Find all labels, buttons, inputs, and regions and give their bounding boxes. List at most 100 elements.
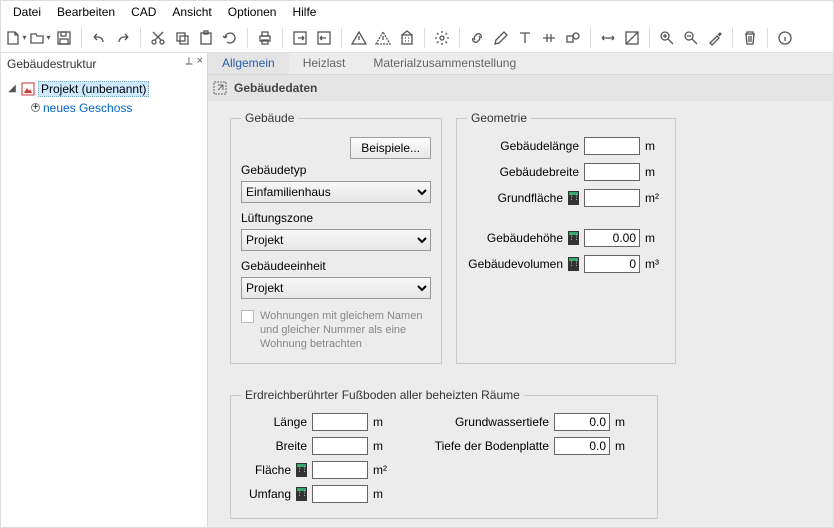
- content: Gebäude Beispiele... Gebäudetyp Einfamil…: [208, 101, 833, 527]
- zoomin-icon[interactable]: [656, 27, 678, 49]
- horiz-icon[interactable]: [597, 27, 619, 49]
- tree-root[interactable]: ◢ Projekt (unbenannt): [7, 79, 201, 98]
- left-panel-title: Gebäudestruktur ⟂ ×: [1, 53, 207, 75]
- label-gebaeudevolumen: Gebäudevolumen: [467, 257, 563, 271]
- print-icon[interactable]: [254, 27, 276, 49]
- shape-icon[interactable]: [562, 27, 584, 49]
- tree-root-label[interactable]: Projekt (unbenannt): [38, 81, 149, 97]
- copy-icon[interactable]: [171, 27, 193, 49]
- text-icon[interactable]: [514, 27, 536, 49]
- trash-icon[interactable]: [739, 27, 761, 49]
- import-icon[interactable]: [289, 27, 311, 49]
- input-er-flaeche[interactable]: [312, 461, 368, 479]
- label-grundwasser: Grundwassertiefe: [423, 415, 549, 429]
- tabs: Allgemein Heizlast Materialzusammenstell…: [208, 53, 833, 75]
- tab-allgemein[interactable]: Allgemein: [208, 53, 289, 74]
- paste-icon[interactable]: [195, 27, 217, 49]
- menu-datei[interactable]: Datei: [5, 3, 49, 21]
- refresh-icon[interactable]: [219, 27, 241, 49]
- legend-erdreich: Erdreichberührter Fußboden aller beheizt…: [241, 388, 524, 402]
- refresh-frame-icon[interactable]: [212, 80, 228, 96]
- label-bodenplatte: Tiefe der Bodenplatte: [423, 439, 549, 453]
- checkbox-row-wohnungen[interactable]: Wohnungen mit gleichem Namen und gleiche…: [241, 309, 431, 351]
- examples-button[interactable]: Beispiele...: [350, 137, 431, 159]
- input-bodenplatte[interactable]: [554, 437, 610, 455]
- toolbar: ▾ ▾: [1, 23, 833, 53]
- checkbox-wohnungen-label: Wohnungen mit gleichem Namen und gleiche…: [260, 309, 431, 351]
- pin-icon[interactable]: ⟂: [185, 55, 192, 68]
- warning-icon[interactable]: [348, 27, 370, 49]
- cut-icon[interactable]: [147, 27, 169, 49]
- calc-icon[interactable]: [568, 257, 579, 271]
- label-gebaeudetyp: Gebäudetyp: [241, 163, 431, 177]
- redo-icon[interactable]: [112, 27, 134, 49]
- input-grundwasser[interactable]: [554, 413, 610, 431]
- info-icon[interactable]: [774, 27, 796, 49]
- export-icon[interactable]: [313, 27, 335, 49]
- picker-icon[interactable]: [704, 27, 726, 49]
- new-icon[interactable]: ▾: [5, 27, 27, 49]
- menu-ansicht[interactable]: Ansicht: [164, 3, 219, 21]
- building-icon[interactable]: [396, 27, 418, 49]
- calc-icon[interactable]: [296, 487, 307, 501]
- save-icon[interactable]: [53, 27, 75, 49]
- link-icon[interactable]: [466, 27, 488, 49]
- zoomout-icon[interactable]: [680, 27, 702, 49]
- legend-gebaeude: Gebäude: [241, 111, 298, 125]
- label-gebaeudeeinheit: Gebäudeeinheit: [241, 259, 431, 273]
- label-er-umfang: Umfang: [241, 487, 291, 501]
- label-er-laenge: Länge: [257, 415, 307, 429]
- input-er-umfang[interactable]: [312, 485, 368, 503]
- label-gebaeudelaenge: Gebäudelänge: [467, 139, 579, 153]
- label-gebaeudehoehe: Gebäudehöhe: [467, 231, 563, 245]
- page-title: Gebäudedaten: [234, 81, 317, 95]
- select-lueftungszone[interactable]: Projekt: [241, 229, 431, 251]
- calc-icon[interactable]: [568, 231, 579, 245]
- select-gebaeudeeinheit[interactable]: Projekt: [241, 277, 431, 299]
- page-title-row: Gebäudedaten: [208, 75, 833, 101]
- menubar: Datei Bearbeiten CAD Ansicht Optionen Hi…: [1, 1, 833, 23]
- group-geometrie: Geometrie Gebäudelänge m Gebäudebreite m: [456, 111, 676, 364]
- tab-heizlast[interactable]: Heizlast: [289, 53, 360, 74]
- open-icon[interactable]: ▾: [29, 27, 51, 49]
- tree: ◢ Projekt (unbenannt) + neues Geschoss: [1, 75, 207, 121]
- select-gebaeudetyp[interactable]: Einfamilienhaus: [241, 181, 431, 203]
- label-lueftungszone: Lüftungszone: [241, 211, 431, 225]
- input-gebaeudelaenge[interactable]: [584, 137, 640, 155]
- input-gebaeudevolumen[interactable]: [584, 255, 640, 273]
- menu-cad[interactable]: CAD: [123, 3, 164, 21]
- input-gebaeudebreite[interactable]: [584, 163, 640, 181]
- project-icon: [20, 82, 35, 96]
- pencil-icon[interactable]: [490, 27, 512, 49]
- tree-new-floor-label[interactable]: neues Geschoss: [43, 101, 132, 115]
- tab-material[interactable]: Materialzusammenstellung: [359, 53, 530, 74]
- input-gebaeudehoehe[interactable]: [584, 229, 640, 247]
- unit-m: m: [645, 139, 665, 153]
- legend-geometrie: Geometrie: [467, 111, 531, 125]
- input-grundflaeche[interactable]: [584, 189, 640, 207]
- align-icon[interactable]: [538, 27, 560, 49]
- calc-icon[interactable]: [296, 463, 307, 477]
- label-grundflaeche: Grundfläche: [467, 191, 563, 205]
- plus-icon: +: [31, 103, 40, 112]
- menu-hilfe[interactable]: Hilfe: [284, 3, 324, 21]
- menu-bearbeiten[interactable]: Bearbeiten: [49, 3, 123, 21]
- checkbox-wohnungen[interactable]: [241, 310, 254, 323]
- calc-icon[interactable]: [568, 191, 579, 205]
- left-title-text: Gebäudestruktur: [7, 57, 96, 71]
- undo-icon[interactable]: [88, 27, 110, 49]
- warning2-icon[interactable]: [372, 27, 394, 49]
- caret-icon[interactable]: ◢: [7, 83, 17, 94]
- group-erdreich: Erdreichberührter Fußboden aller beheizt…: [230, 388, 658, 519]
- label-er-breite: Breite: [257, 439, 307, 453]
- menu-optionen[interactable]: Optionen: [220, 3, 285, 21]
- input-er-laenge[interactable]: [312, 413, 368, 431]
- diag-icon[interactable]: [621, 27, 643, 49]
- right-panel: Allgemein Heizlast Materialzusammenstell…: [208, 53, 833, 527]
- gear-icon[interactable]: [431, 27, 453, 49]
- group-gebaeude: Gebäude Beispiele... Gebäudetyp Einfamil…: [230, 111, 442, 364]
- left-panel: Gebäudestruktur ⟂ × ◢ Projekt (unbenannt…: [1, 53, 208, 527]
- close-panel-icon[interactable]: ×: [197, 55, 203, 68]
- input-er-breite[interactable]: [312, 437, 368, 455]
- tree-new-floor[interactable]: + neues Geschoss: [31, 98, 201, 117]
